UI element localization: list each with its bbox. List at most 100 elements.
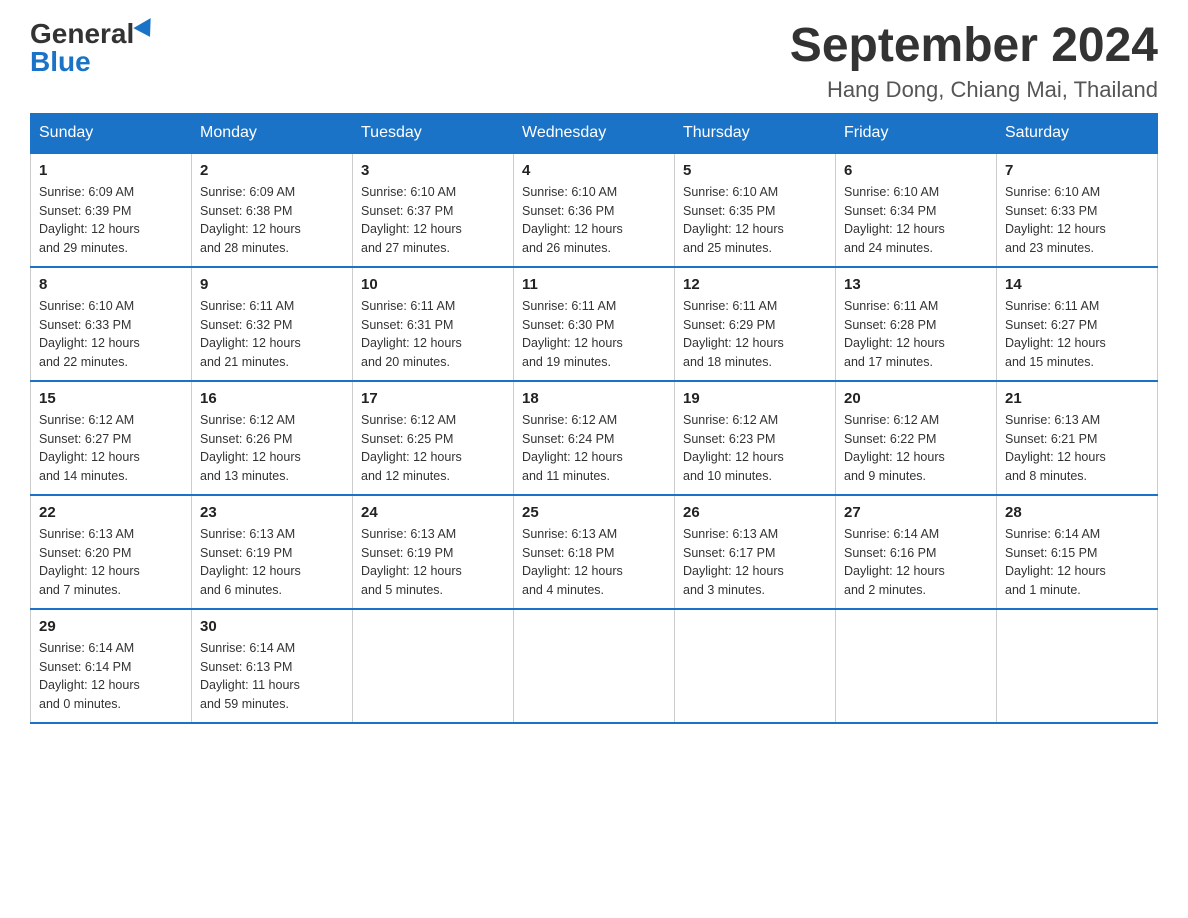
day-number: 23 <box>200 504 344 521</box>
calendar-cell <box>997 609 1158 723</box>
calendar-cell: 11 Sunrise: 6:11 AMSunset: 6:30 PMDayligh… <box>514 267 675 381</box>
calendar-cell: 23 Sunrise: 6:13 AMSunset: 6:19 PMDayligh… <box>192 495 353 609</box>
day-number: 27 <box>844 504 988 521</box>
calendar-cell: 8 Sunrise: 6:10 AMSunset: 6:33 PMDaylight… <box>31 267 192 381</box>
calendar-cell: 24 Sunrise: 6:13 AMSunset: 6:19 PMDayligh… <box>353 495 514 609</box>
calendar-cell: 16 Sunrise: 6:12 AMSunset: 6:26 PMDayligh… <box>192 381 353 495</box>
day-info: Sunrise: 6:10 AMSunset: 6:33 PMDaylight:… <box>39 297 183 372</box>
day-info: Sunrise: 6:10 AMSunset: 6:36 PMDaylight:… <box>522 183 666 258</box>
day-info: Sunrise: 6:14 AMSunset: 6:14 PMDaylight:… <box>39 639 183 714</box>
calendar-cell: 1 Sunrise: 6:09 AMSunset: 6:39 PMDaylight… <box>31 153 192 267</box>
day-number: 2 <box>200 162 344 179</box>
day-info: Sunrise: 6:14 AMSunset: 6:16 PMDaylight:… <box>844 525 988 600</box>
day-info: Sunrise: 6:11 AMSunset: 6:31 PMDaylight:… <box>361 297 505 372</box>
calendar-cell: 6 Sunrise: 6:10 AMSunset: 6:34 PMDaylight… <box>836 153 997 267</box>
day-number: 18 <box>522 390 666 407</box>
month-title: September 2024 <box>790 20 1158 73</box>
day-number: 22 <box>39 504 183 521</box>
day-info: Sunrise: 6:11 AMSunset: 6:32 PMDaylight:… <box>200 297 344 372</box>
calendar-week-row: 15 Sunrise: 6:12 AMSunset: 6:27 PMDayligh… <box>31 381 1158 495</box>
day-number: 3 <box>361 162 505 179</box>
page-header: General Blue September 2024 Hang Dong, C… <box>30 20 1158 103</box>
weekday-header-saturday: Saturday <box>997 113 1158 153</box>
day-info: Sunrise: 6:11 AMSunset: 6:28 PMDaylight:… <box>844 297 988 372</box>
calendar-cell: 7Sunrise: 6:10 AMSunset: 6:33 PMDaylight… <box>997 153 1158 267</box>
weekday-header-friday: Friday <box>836 113 997 153</box>
calendar-week-row: 8 Sunrise: 6:10 AMSunset: 6:33 PMDaylight… <box>31 267 1158 381</box>
logo-general-text: General <box>30 20 134 48</box>
day-number: 26 <box>683 504 827 521</box>
day-info: Sunrise: 6:12 AMSunset: 6:23 PMDaylight:… <box>683 411 827 486</box>
calendar-cell: 4Sunrise: 6:10 AMSunset: 6:36 PMDaylight… <box>514 153 675 267</box>
day-number: 8 <box>39 276 183 293</box>
title-area: September 2024 Hang Dong, Chiang Mai, Th… <box>790 20 1158 103</box>
logo-triangle-icon <box>134 18 159 42</box>
calendar-cell: 3Sunrise: 6:10 AMSunset: 6:37 PMDaylight… <box>353 153 514 267</box>
day-number: 17 <box>361 390 505 407</box>
day-number: 5 <box>683 162 827 179</box>
weekday-header-monday: Monday <box>192 113 353 153</box>
calendar-cell: 5 Sunrise: 6:10 AMSunset: 6:35 PMDaylight… <box>675 153 836 267</box>
calendar-cell: 25Sunrise: 6:13 AMSunset: 6:18 PMDayligh… <box>514 495 675 609</box>
day-number: 13 <box>844 276 988 293</box>
calendar-cell: 21 Sunrise: 6:13 AMSunset: 6:21 PMDayligh… <box>997 381 1158 495</box>
calendar-cell: 20Sunrise: 6:12 AMSunset: 6:22 PMDayligh… <box>836 381 997 495</box>
day-number: 14 <box>1005 276 1149 293</box>
calendar-cell: 29 Sunrise: 6:14 AMSunset: 6:14 PMDayligh… <box>31 609 192 723</box>
weekday-header-sunday: Sunday <box>31 113 192 153</box>
day-info: Sunrise: 6:09 AMSunset: 6:38 PMDaylight:… <box>200 183 344 258</box>
day-number: 21 <box>1005 390 1149 407</box>
calendar-cell <box>514 609 675 723</box>
day-info: Sunrise: 6:13 AMSunset: 6:20 PMDaylight:… <box>39 525 183 600</box>
calendar-cell: 10 Sunrise: 6:11 AMSunset: 6:31 PMDayligh… <box>353 267 514 381</box>
day-info: Sunrise: 6:12 AMSunset: 6:27 PMDaylight:… <box>39 411 183 486</box>
day-number: 25 <box>522 504 666 521</box>
day-info: Sunrise: 6:11 AMSunset: 6:29 PMDaylight:… <box>683 297 827 372</box>
day-number: 19 <box>683 390 827 407</box>
calendar-cell: 17Sunrise: 6:12 AMSunset: 6:25 PMDayligh… <box>353 381 514 495</box>
day-number: 6 <box>844 162 988 179</box>
day-info: Sunrise: 6:13 AMSunset: 6:21 PMDaylight:… <box>1005 411 1149 486</box>
calendar-cell: 22 Sunrise: 6:13 AMSunset: 6:20 PMDayligh… <box>31 495 192 609</box>
weekday-header-thursday: Thursday <box>675 113 836 153</box>
day-number: 11 <box>522 276 666 293</box>
day-number: 10 <box>361 276 505 293</box>
calendar-cell: 27 Sunrise: 6:14 AMSunset: 6:16 PMDayligh… <box>836 495 997 609</box>
calendar-cell: 18 Sunrise: 6:12 AMSunset: 6:24 PMDayligh… <box>514 381 675 495</box>
logo-blue-text: Blue <box>30 48 91 76</box>
calendar-cell: 19 Sunrise: 6:12 AMSunset: 6:23 PMDayligh… <box>675 381 836 495</box>
day-number: 15 <box>39 390 183 407</box>
day-info: Sunrise: 6:09 AMSunset: 6:39 PMDaylight:… <box>39 183 183 258</box>
calendar-cell: 13 Sunrise: 6:11 AMSunset: 6:28 PMDayligh… <box>836 267 997 381</box>
calendar-table: SundayMondayTuesdayWednesdayThursdayFrid… <box>30 113 1158 724</box>
location-title: Hang Dong, Chiang Mai, Thailand <box>790 77 1158 103</box>
day-number: 24 <box>361 504 505 521</box>
calendar-cell <box>675 609 836 723</box>
day-info: Sunrise: 6:10 AMSunset: 6:34 PMDaylight:… <box>844 183 988 258</box>
day-number: 29 <box>39 618 183 635</box>
day-info: Sunrise: 6:11 AMSunset: 6:30 PMDaylight:… <box>522 297 666 372</box>
calendar-cell <box>353 609 514 723</box>
day-info: Sunrise: 6:12 AMSunset: 6:26 PMDaylight:… <box>200 411 344 486</box>
day-info: Sunrise: 6:13 AMSunset: 6:17 PMDaylight:… <box>683 525 827 600</box>
weekday-header-tuesday: Tuesday <box>353 113 514 153</box>
weekday-header-row: SundayMondayTuesdayWednesdayThursdayFrid… <box>31 113 1158 153</box>
calendar-cell: 12 Sunrise: 6:11 AMSunset: 6:29 PMDayligh… <box>675 267 836 381</box>
calendar-cell: 9Sunrise: 6:11 AMSunset: 6:32 PMDaylight… <box>192 267 353 381</box>
day-number: 1 <box>39 162 183 179</box>
calendar-cell: 14Sunrise: 6:11 AMSunset: 6:27 PMDayligh… <box>997 267 1158 381</box>
day-number: 7 <box>1005 162 1149 179</box>
day-info: Sunrise: 6:14 AMSunset: 6:15 PMDaylight:… <box>1005 525 1149 600</box>
logo: General Blue <box>30 20 156 76</box>
day-info: Sunrise: 6:13 AMSunset: 6:19 PMDaylight:… <box>200 525 344 600</box>
day-info: Sunrise: 6:12 AMSunset: 6:24 PMDaylight:… <box>522 411 666 486</box>
calendar-cell: 26 Sunrise: 6:13 AMSunset: 6:17 PMDayligh… <box>675 495 836 609</box>
day-number: 16 <box>200 390 344 407</box>
day-info: Sunrise: 6:13 AMSunset: 6:19 PMDaylight:… <box>361 525 505 600</box>
day-info: Sunrise: 6:10 AMSunset: 6:35 PMDaylight:… <box>683 183 827 258</box>
calendar-cell: 15 Sunrise: 6:12 AMSunset: 6:27 PMDayligh… <box>31 381 192 495</box>
calendar-week-row: 22 Sunrise: 6:13 AMSunset: 6:20 PMDayligh… <box>31 495 1158 609</box>
weekday-header-wednesday: Wednesday <box>514 113 675 153</box>
day-number: 20 <box>844 390 988 407</box>
day-number: 12 <box>683 276 827 293</box>
